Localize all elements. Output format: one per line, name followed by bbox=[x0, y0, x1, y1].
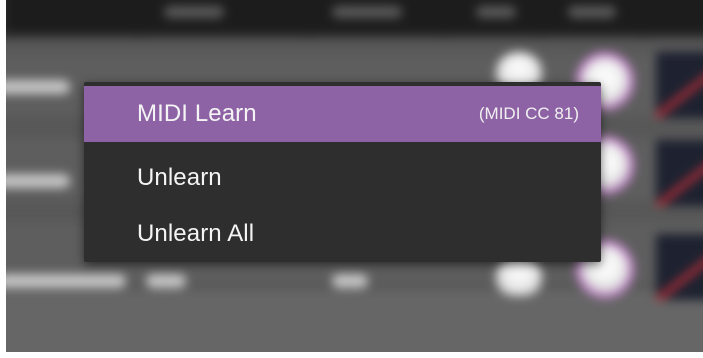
column-header-ghost-text bbox=[568, 6, 616, 18]
row-label-ghost bbox=[6, 274, 126, 288]
column-divider bbox=[136, 0, 140, 34]
column-divider bbox=[540, 0, 544, 34]
menu-item-label: Unlearn bbox=[137, 164, 222, 191]
column-header-cell bbox=[646, 0, 703, 32]
column-header-cell bbox=[6, 0, 134, 32]
menu-item-unlearn-all[interactable]: Unlearn All bbox=[84, 206, 601, 262]
row-value-ghost bbox=[146, 274, 186, 288]
column-divider bbox=[640, 0, 644, 34]
curve-graph bbox=[656, 140, 703, 206]
menu-item-unlearn[interactable]: Unlearn bbox=[84, 150, 601, 206]
column-divider bbox=[442, 0, 446, 34]
curve-graph-line bbox=[656, 238, 703, 300]
screenshot-frame: MIDI Learn (MIDI CC 81) Unlearn Unlearn … bbox=[0, 0, 703, 358]
curve-graph-line bbox=[656, 54, 703, 118]
menu-item-label: Unlearn All bbox=[137, 220, 255, 247]
column-header-bar bbox=[6, 0, 703, 38]
column-header-ghost-text bbox=[164, 6, 224, 18]
midi-context-menu: MIDI Learn (MIDI CC 81) Unlearn Unlearn … bbox=[84, 82, 601, 262]
row-label-ghost bbox=[6, 80, 70, 94]
row-value-ghost bbox=[332, 274, 368, 288]
curve-graph-line bbox=[656, 144, 703, 206]
column-header-ghost-text bbox=[332, 6, 402, 18]
lower-panel bbox=[6, 290, 703, 352]
column-header-ghost-text bbox=[476, 6, 516, 18]
column-divider bbox=[308, 0, 312, 34]
rate-knob bbox=[496, 256, 542, 296]
row-label-ghost bbox=[6, 174, 70, 188]
curve-graph bbox=[656, 234, 703, 300]
menu-item-midi-learn[interactable]: MIDI Learn (MIDI CC 81) bbox=[84, 86, 601, 142]
curve-graph bbox=[656, 52, 703, 118]
menu-item-cc-hint: (MIDI CC 81) bbox=[478, 104, 579, 123]
menu-item-label: MIDI Learn bbox=[137, 100, 257, 127]
